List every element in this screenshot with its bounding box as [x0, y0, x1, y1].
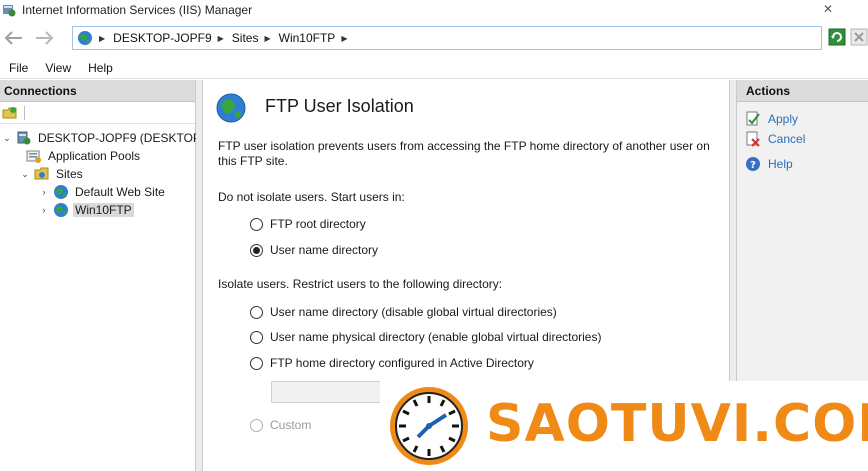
app-pools-icon	[26, 148, 42, 164]
chevron-down-icon[interactable]: ⌄	[20, 169, 30, 180]
menu-file[interactable]: File	[9, 61, 28, 75]
radio-label: Custom	[270, 418, 312, 432]
tree-label-default-web-site: Default Web Site	[75, 185, 165, 199]
apply-icon	[745, 111, 761, 127]
sites-folder-icon	[34, 166, 50, 182]
ftp-globe-icon	[215, 92, 247, 124]
breadcrumb-separator-icon: ▶	[264, 33, 271, 43]
chevron-down-icon[interactable]: ⌄	[2, 133, 12, 144]
add-connection-icon[interactable]	[2, 105, 18, 121]
radio-button[interactable]	[250, 305, 263, 319]
tree-node-default-web-site[interactable]: › Default Web Site	[39, 183, 167, 201]
no-isolate-section-label: Do not isolate users. Start users in:	[218, 190, 405, 204]
menu-bar: File View Help	[0, 57, 868, 79]
menu-view[interactable]: View	[45, 61, 71, 75]
radio-label: FTP root directory	[270, 217, 366, 231]
close-window-button[interactable]: ✕	[820, 2, 836, 16]
radio-label: User name directory	[270, 243, 379, 257]
breadcrumb-site[interactable]: Win10FTP	[279, 31, 336, 45]
actions-header: Actions	[737, 80, 868, 102]
menu-help[interactable]: Help	[88, 61, 113, 75]
radio-user-name-physical-directory[interactable]: User name physical directory (enable glo…	[250, 330, 601, 344]
breadcrumb-server[interactable]: DESKTOP-JOPF9	[113, 31, 211, 45]
apply-action[interactable]: Apply	[745, 111, 798, 127]
refresh-icon[interactable]	[828, 28, 846, 46]
breadcrumb-separator-icon: ▶	[341, 33, 348, 43]
radio-ftp-root-directory[interactable]: FTP root directory	[250, 217, 366, 231]
apply-label[interactable]: Apply	[768, 112, 798, 126]
feature-description: FTP user isolation prevents users from a…	[218, 139, 710, 168]
help-icon: ?	[745, 156, 761, 172]
radio-user-name-directory-disable-global[interactable]: User name directory (disable global virt…	[250, 305, 557, 319]
address-bar[interactable]: ▶ DESKTOP-JOPF9 ▶ Sites ▶ Win10FTP ▶	[72, 26, 822, 50]
tree-node-sites[interactable]: ⌄ Sites	[20, 165, 85, 183]
radio-label: User name directory (disable global virt…	[270, 305, 557, 319]
tree-node-win10ftp[interactable]: › Win10FTP	[39, 201, 134, 219]
window-title: Internet Information Services (IIS) Mana…	[22, 3, 253, 17]
isolate-section-label: Isolate users. Restrict users to the fol…	[218, 277, 503, 291]
radio-button[interactable]	[250, 330, 263, 344]
server-icon	[16, 130, 32, 146]
connections-panel: Connections ⌄ DESKTOP-JOPF9 (DESKTOP-JOP…	[0, 80, 260, 471]
help-label[interactable]: Help	[768, 157, 793, 171]
cancel-label[interactable]: Cancel	[768, 132, 805, 146]
radio-button[interactable]	[250, 217, 263, 231]
chevron-right-icon[interactable]: ›	[39, 187, 49, 197]
radio-label: User name physical directory (enable glo…	[270, 330, 602, 344]
radio-button[interactable]	[250, 356, 263, 370]
clock-logo-icon	[388, 385, 470, 467]
active-directory-settings-field	[271, 381, 383, 403]
address-row: ▶ DESKTOP-JOPF9 ▶ Sites ▶ Win10FTP ▶	[0, 20, 868, 56]
radio-custom: Custom	[250, 418, 311, 432]
page-title: FTP User Isolation	[265, 96, 414, 116]
radio-ftp-home-active-directory[interactable]: FTP home directory configured in Active …	[250, 356, 534, 370]
globe-icon	[53, 184, 69, 200]
svg-text:?: ?	[750, 160, 756, 171]
toolbar-separator	[24, 105, 25, 120]
cancel-icon	[745, 131, 761, 147]
globe-icon	[53, 202, 69, 218]
globe-icon	[77, 30, 93, 46]
connections-toolbar	[0, 102, 195, 124]
breadcrumb-separator-icon: ▶	[99, 33, 106, 43]
radio-button-checked[interactable]	[250, 243, 263, 257]
forward-arrow-icon[interactable]	[34, 28, 54, 48]
breadcrumb-sites[interactable]: Sites	[232, 31, 259, 45]
tree-label-win10ftp: Win10FTP	[73, 203, 134, 217]
breadcrumb-separator-icon: ▶	[217, 33, 224, 43]
cancel-action[interactable]: Cancel	[745, 131, 805, 147]
connections-header: Connections	[0, 80, 195, 102]
tree-node-application-pools[interactable]: Application Pools	[22, 147, 142, 165]
radio-label: FTP home directory configured in Active …	[270, 356, 534, 370]
radio-user-name-directory[interactable]: User name directory	[250, 243, 378, 257]
stop-icon[interactable]	[850, 28, 868, 46]
tree-label-application-pools: Application Pools	[48, 149, 141, 163]
radio-button-disabled	[250, 418, 263, 432]
title-bar: Internet Information Services (IIS) Mana…	[0, 0, 868, 20]
watermark-overlay: SAOTUVI.COM	[380, 381, 868, 471]
chevron-right-icon[interactable]: ›	[39, 205, 49, 215]
tree-label-sites: Sites	[56, 167, 83, 181]
back-arrow-icon[interactable]	[4, 28, 24, 48]
help-action[interactable]: ? Help	[745, 156, 793, 172]
watermark-text: SAOTUVI.COM	[486, 394, 868, 454]
iis-app-icon	[2, 3, 16, 17]
